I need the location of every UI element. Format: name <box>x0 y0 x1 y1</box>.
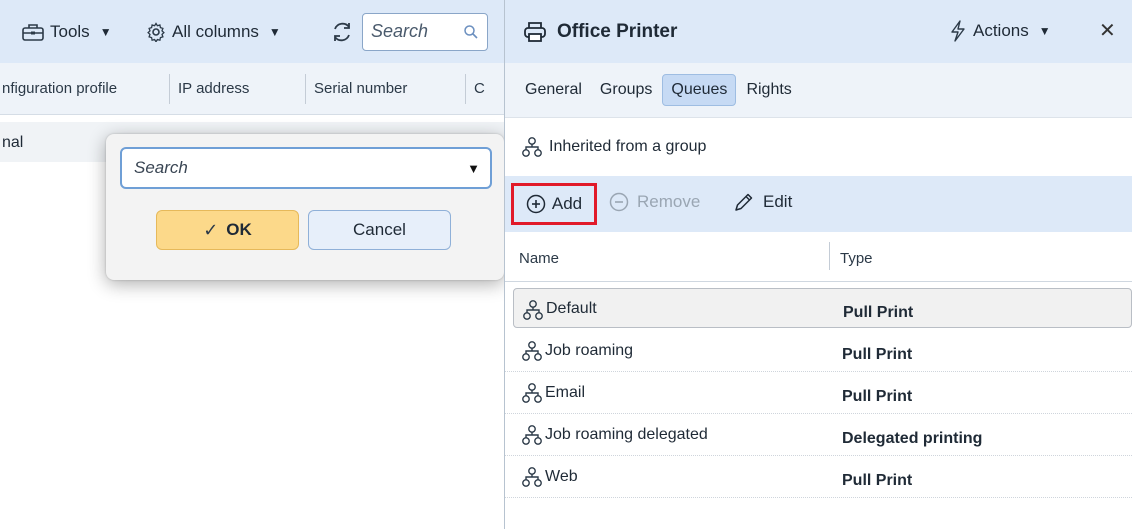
left-search-input[interactable] <box>371 21 461 42</box>
lightning-icon <box>949 20 967 42</box>
cancel-button[interactable]: Cancel <box>308 210 451 250</box>
chevron-down-icon[interactable]: ▼ <box>467 161 480 176</box>
inherited-from-group-row[interactable]: Inherited from a group <box>505 118 1132 176</box>
add-label: Add <box>551 194 583 213</box>
actions-label: Actions <box>973 21 1029 40</box>
table-row[interactable]: Web Pull Print <box>505 456 1132 498</box>
close-icon[interactable]: ✕ <box>1099 18 1116 43</box>
right-pane: Office Printer Actions ▼ ✕ General Group… <box>505 0 1132 529</box>
ok-button[interactable]: ✓ OK <box>156 210 299 250</box>
tools-label: Tools <box>50 21 90 41</box>
check-icon: ✓ <box>203 219 219 240</box>
queue-name: Email <box>545 384 586 401</box>
queue-type: Pull Print <box>842 388 913 405</box>
plus-circle-icon <box>526 194 546 214</box>
hierarchy-icon <box>521 466 543 488</box>
right-header: Office Printer Actions ▼ ✕ <box>505 0 1132 63</box>
left-search-box[interactable] <box>362 12 488 51</box>
queue-name: Job roaming <box>545 342 634 359</box>
add-button[interactable]: Add <box>511 183 597 225</box>
left-column-header: nfiguration profile IP address Serial nu… <box>0 63 504 115</box>
chevron-down-icon: ▼ <box>99 24 112 39</box>
table-row[interactable]: Default Pull Print <box>513 288 1132 328</box>
page-title: Office Printer <box>557 20 678 42</box>
search-icon <box>463 24 479 40</box>
column-ip-address[interactable]: IP address <box>170 73 306 104</box>
column-configuration-profile[interactable]: nfiguration profile <box>0 73 170 104</box>
tab-rights[interactable]: Rights <box>738 75 799 105</box>
ok-label: OK <box>226 220 252 239</box>
queue-grid-header: Name Type <box>505 232 1132 282</box>
pencil-icon <box>733 191 755 213</box>
columns-label: All columns <box>172 21 259 41</box>
dialog-search-combobox[interactable]: ▼ <box>120 147 492 189</box>
minus-circle-icon <box>609 192 629 212</box>
queue-toolbar: Add Remove Edit <box>505 176 1132 232</box>
queue-type: Pull Print <box>842 472 913 489</box>
tab-general[interactable]: General <box>517 75 590 105</box>
tab-queues[interactable]: Queues <box>662 74 737 106</box>
column-type[interactable]: Type <box>840 250 873 267</box>
queue-name: Web <box>545 468 578 485</box>
column-separator[interactable] <box>829 242 830 270</box>
hierarchy-icon <box>521 136 543 158</box>
column-c[interactable]: C <box>466 74 504 104</box>
refresh-button[interactable] <box>322 12 362 52</box>
dialog-search-input[interactable] <box>134 158 434 178</box>
queue-type: Pull Print <box>842 346 913 363</box>
edit-label: Edit <box>763 192 793 211</box>
hierarchy-icon <box>521 382 543 404</box>
queue-name: Job roaming delegated <box>545 426 708 443</box>
remove-button[interactable]: Remove <box>609 192 700 212</box>
column-serial-number[interactable]: Serial number <box>306 73 466 104</box>
left-toolbar: Tools ▼ All columns ▼ <box>0 0 504 63</box>
queue-type: Delegated printing <box>842 430 983 447</box>
gear-icon <box>146 21 166 42</box>
table-row[interactable]: Job roaming Pull Print <box>505 330 1132 372</box>
chevron-down-icon: ▼ <box>1038 24 1051 38</box>
actions-menu-button[interactable]: Actions ▼ <box>949 20 1051 42</box>
chevron-down-icon: ▼ <box>268 24 281 39</box>
columns-menu-button[interactable]: All columns ▼ <box>146 12 322 52</box>
queue-name: Default <box>546 300 597 317</box>
toolbox-icon <box>22 23 44 41</box>
table-row[interactable]: Job roaming delegated Delegated printing <box>505 414 1132 456</box>
refresh-icon <box>330 20 354 44</box>
queue-type: Pull Print <box>843 304 914 321</box>
hierarchy-icon <box>521 340 543 362</box>
hierarchy-icon <box>521 424 543 446</box>
tab-groups[interactable]: Groups <box>592 75 660 105</box>
printer-icon <box>523 21 547 43</box>
queue-list: Default Pull Print Job roaming Pull Prin… <box>505 288 1132 498</box>
queue-select-dialog: ▼ ✓ OK Cancel <box>106 134 504 280</box>
edit-button[interactable]: Edit <box>733 191 792 213</box>
inherited-label: Inherited from a group <box>549 138 707 155</box>
tools-menu-button[interactable]: Tools ▼ <box>22 12 146 52</box>
tab-bar: General Groups Queues Rights <box>505 63 1132 118</box>
table-row[interactable]: Email Pull Print <box>505 372 1132 414</box>
hierarchy-icon <box>522 299 544 321</box>
column-name[interactable]: Name <box>519 250 559 267</box>
remove-label: Remove <box>637 192 701 211</box>
